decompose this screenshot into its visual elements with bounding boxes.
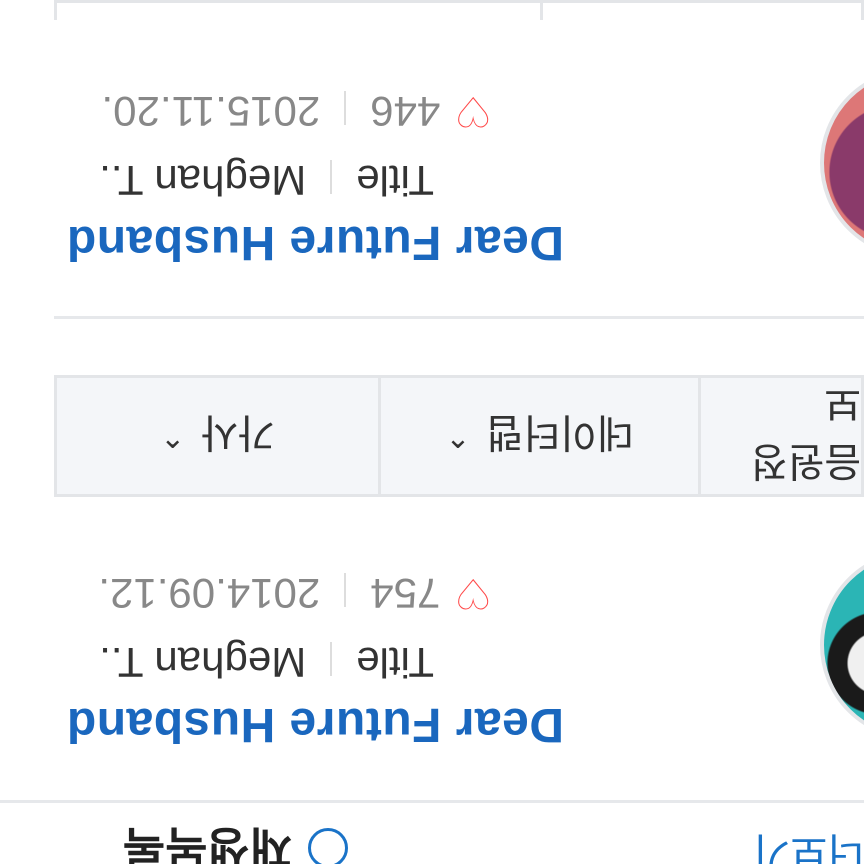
separator — [330, 160, 333, 195]
release-date: 2014.09.12. — [98, 570, 321, 617]
table-edge — [0, 0, 864, 20]
artist-name[interactable]: Meghan T.. — [99, 157, 306, 204]
item-type: Title — [356, 157, 434, 204]
separator — [344, 91, 347, 126]
heart-icon[interactable]: ♡ — [454, 87, 492, 136]
item-meta: Title Meghan T.. — [99, 156, 434, 204]
separator — [344, 573, 347, 608]
list-item[interactable]: Dear Future Husband Title Meghan T.. ♡ 754… — [0, 514, 864, 764]
section-header: 더보기 재생목록 — [0, 800, 864, 864]
tab-label: 음원정보 — [750, 381, 861, 483]
screen: 더보기 재생목록 Dear Future Husband Title Meghan… — [0, 0, 864, 864]
table-cell — [54, 0, 543, 20]
tab-datalab[interactable]: 데이터랩 ⌃ — [381, 378, 701, 494]
album-thumbnail[interactable] — [820, 550, 864, 740]
item-type: Title — [356, 639, 434, 686]
item-stats: ♡ 754 2014.09.12. — [98, 569, 492, 618]
item-meta: Title Meghan T.. — [99, 638, 434, 686]
list-item[interactable]: Dear Future Husband Title Meghan T.. ♡ 446… — [0, 32, 864, 282]
song-title[interactable]: Dear Future Husband — [66, 215, 564, 270]
like-count: 446 — [370, 88, 441, 135]
chevron-up-icon: ⌃ — [445, 419, 471, 453]
tab-song-info[interactable]: 음원정보 — [701, 378, 861, 494]
tab-lyrics[interactable]: 가사 ⌃ — [57, 378, 381, 494]
divider — [0, 800, 864, 803]
sort-tabs: 음원정보 데이터랩 ⌃ 가사 ⌃ — [54, 375, 864, 497]
info-icon[interactable] — [308, 828, 348, 864]
tab-label: 가사 — [201, 410, 275, 454]
more-link[interactable]: 더보기 — [714, 826, 864, 864]
tab-label: 데이터랩 — [486, 410, 634, 454]
table-cell — [540, 0, 864, 20]
separator — [330, 642, 333, 677]
release-date: 2015.11.20. — [101, 88, 321, 135]
album-art — [820, 550, 864, 740]
item-stats: ♡ 446 2015.11.20. — [102, 87, 493, 136]
section-title: 재생목록 — [122, 822, 292, 864]
heart-icon[interactable]: ♡ — [454, 569, 492, 618]
album-thumbnail[interactable] — [820, 68, 864, 258]
like-count: 754 — [370, 570, 441, 617]
album-art — [820, 68, 864, 258]
artist-name[interactable]: Meghan T.. — [99, 639, 306, 686]
song-title[interactable]: Dear Future Husband — [66, 697, 564, 752]
divider — [54, 316, 864, 319]
chevron-up-icon: ⌃ — [160, 419, 186, 453]
